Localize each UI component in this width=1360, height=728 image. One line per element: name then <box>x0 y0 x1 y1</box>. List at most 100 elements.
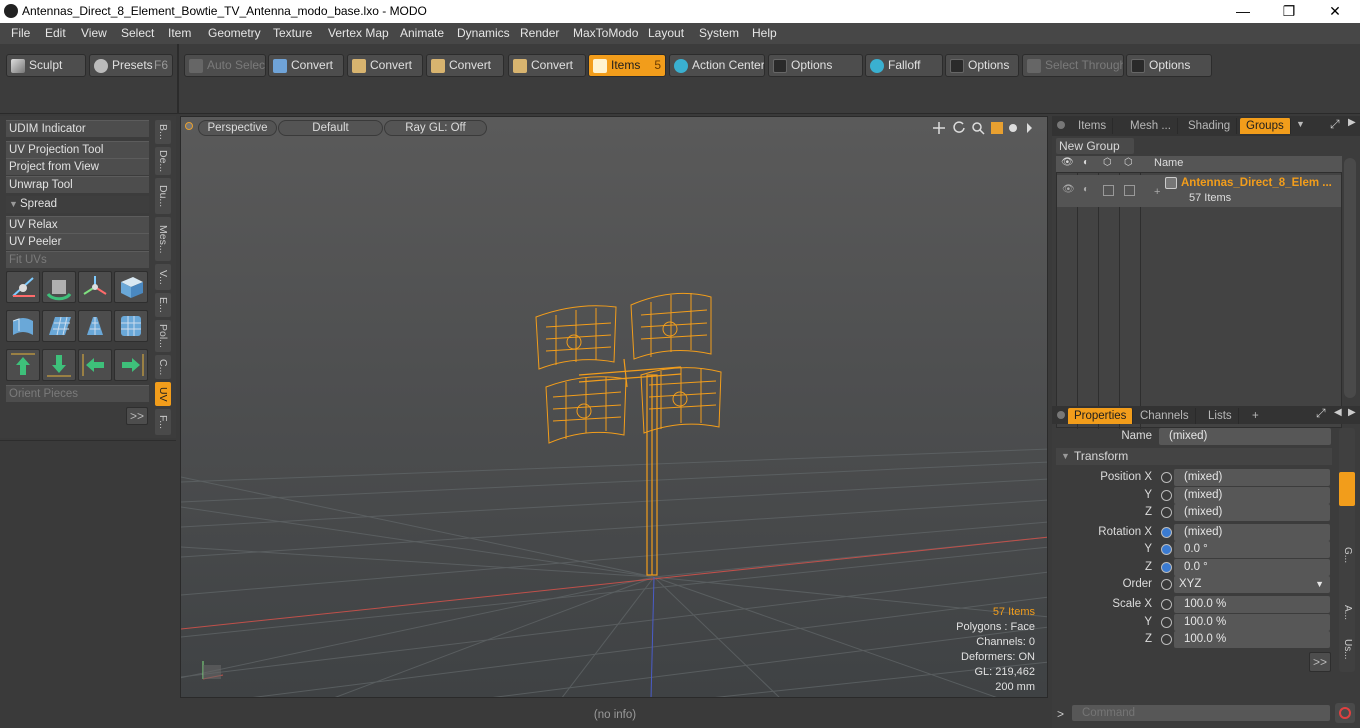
align-right-arrow-icon[interactable] <box>114 349 148 381</box>
vtab-vertex[interactable]: V... <box>155 264 171 290</box>
vtab-curve[interactable]: C... <box>155 355 171 379</box>
scale-y-field[interactable]: 100.0 % <box>1174 614 1330 631</box>
tab-dropdown-icon[interactable]: ▼ <box>1296 119 1305 129</box>
menu-select[interactable]: Select <box>121 26 154 40</box>
uv-grid-icon[interactable] <box>42 310 76 342</box>
menu-texture[interactable]: Texture <box>273 26 312 40</box>
tab-shading[interactable]: Shading <box>1182 118 1238 134</box>
scale-x-field[interactable]: 100.0 % <box>1174 596 1330 613</box>
uv-mesh-icon[interactable] <box>114 310 148 342</box>
uv-relax-button[interactable]: UV Relax <box>6 216 149 233</box>
auto-select-button[interactable]: Auto Select <box>184 54 266 77</box>
project-from-view-button[interactable]: Project from View <box>6 158 149 175</box>
fit-uvs-button[interactable]: Fit UVs <box>6 251 149 268</box>
menu-geometry[interactable]: Geometry <box>208 26 261 40</box>
menu-dynamics[interactable]: Dynamics <box>457 26 510 40</box>
scale-y-key-dot[interactable] <box>1161 617 1172 628</box>
menu-help[interactable]: Help <box>752 26 777 40</box>
vtab-uv[interactable]: UV <box>155 382 171 406</box>
action-center-options-button[interactable]: Options <box>768 54 863 77</box>
position-y-field[interactable]: (mixed) <box>1174 487 1330 504</box>
vtab-fusion[interactable]: F... <box>155 409 171 435</box>
scale-z-key-dot[interactable] <box>1161 634 1172 645</box>
uv-peeler-button[interactable]: UV Peeler <box>6 233 149 250</box>
vtab-edge[interactable]: E... <box>155 293 171 317</box>
rotation-z-field[interactable]: 0.0 ° <box>1174 559 1330 576</box>
items-mode-button[interactable]: Items 5 <box>588 54 666 77</box>
vtab-mesh[interactable]: Mes... <box>155 217 171 261</box>
panel-arrow-icon[interactable]: ▶ <box>1348 117 1356 128</box>
position-z-field[interactable]: (mixed) <box>1174 504 1330 521</box>
select-through-button[interactable]: Select Through <box>1022 54 1124 77</box>
uv-rotate-icon[interactable] <box>42 271 76 303</box>
select-through-options-button[interactable]: Options <box>1126 54 1212 77</box>
unwrap-tool-button[interactable]: Unwrap Tool <box>6 176 149 193</box>
rotation-y-field[interactable]: 0.0 ° <box>1174 541 1330 558</box>
falloff-options-button[interactable]: Options <box>945 54 1019 77</box>
position-y-key-dot[interactable] <box>1161 490 1172 501</box>
align-up-arrow-icon[interactable] <box>6 349 40 381</box>
position-z-key-dot[interactable] <box>1161 507 1172 518</box>
scale-x-key-dot[interactable] <box>1161 599 1172 610</box>
panel-arrow-icon[interactable]: ▶ <box>1348 407 1356 418</box>
convert-button-3[interactable]: Convert <box>426 54 504 77</box>
tab-mesh[interactable]: Mesh ... <box>1124 118 1178 134</box>
name-field[interactable]: (mixed) <box>1159 428 1331 445</box>
menu-edit[interactable]: Edit <box>45 26 66 40</box>
tab-lists[interactable]: Lists <box>1202 408 1239 424</box>
uv-scale-icon[interactable] <box>78 271 112 303</box>
expand-more-button[interactable]: >> <box>1309 652 1331 672</box>
tab-properties[interactable]: Properties <box>1068 408 1134 424</box>
align-down-arrow-icon[interactable] <box>42 349 76 381</box>
orient-pieces-button[interactable]: Orient Pieces <box>6 385 149 402</box>
presets-button[interactable]: Presets F6 <box>89 54 173 77</box>
spread-section[interactable]: ▼ Spread <box>6 196 149 213</box>
menu-view[interactable]: View <box>81 26 107 40</box>
menu-render[interactable]: Render <box>520 26 559 40</box>
vtab-duplicate[interactable]: Du... <box>155 178 171 214</box>
maximize-panel-icon[interactable]: ⤢ <box>1316 406 1326 421</box>
menu-system[interactable]: System <box>699 26 739 40</box>
command-input[interactable] <box>1072 705 1330 721</box>
groups-scrollbar[interactable] <box>1344 158 1356 398</box>
rotation-x-field[interactable]: (mixed) <box>1174 524 1330 541</box>
rotation-y-key-dot[interactable] <box>1161 544 1172 555</box>
lock-checkbox[interactable] <box>1103 185 1114 196</box>
maximize-button[interactable]: ❐ <box>1266 2 1312 20</box>
action-center-button[interactable]: Action Center <box>669 54 765 77</box>
side-tab-a[interactable]: A... <box>1339 598 1355 628</box>
vtab-polygon[interactable]: Pol... <box>155 320 171 352</box>
align-left-arrow-icon[interactable] <box>78 349 112 381</box>
vtab-basic[interactable]: B... <box>155 120 171 144</box>
group-row[interactable]: 👁 ◐ + Antennas_Direct_8_Elem ... 57 Item… <box>1057 175 1341 207</box>
maximize-panel-icon[interactable]: ⤢ <box>1330 117 1340 132</box>
expand-plus-icon[interactable]: + <box>1154 186 1160 198</box>
menu-item[interactable]: Item <box>168 26 191 40</box>
vtab-deform[interactable]: De... <box>155 147 171 175</box>
uv-box-icon[interactable] <box>114 271 148 303</box>
convert-button-1[interactable]: Convert <box>268 54 344 77</box>
tab-items[interactable]: Items <box>1072 118 1114 134</box>
order-dropdown[interactable]: XYZ ▼ <box>1174 576 1330 593</box>
panel-arrow-icon[interactable]: ◀ <box>1334 407 1342 418</box>
add-tab-button[interactable]: + <box>1246 408 1265 424</box>
render-toggle-icon[interactable]: ◐ <box>1083 184 1089 195</box>
order-key-dot[interactable] <box>1161 579 1172 590</box>
tab-groups[interactable]: Groups <box>1240 118 1291 134</box>
menu-layout[interactable]: Layout <box>648 26 684 40</box>
menu-file[interactable]: File <box>11 26 30 40</box>
udim-indicator-button[interactable]: UDIM Indicator <box>6 120 149 137</box>
uv-projection-tool-button[interactable]: UV Projection Tool <box>6 141 149 158</box>
menu-vertex-map[interactable]: Vertex Map <box>328 26 389 40</box>
menu-maxtomodo[interactable]: MaxToModo <box>573 26 638 40</box>
transform-section[interactable]: ▼ Transform <box>1056 448 1332 465</box>
panel-menu-icon[interactable] <box>1057 411 1065 419</box>
select-checkbox[interactable] <box>1124 185 1135 196</box>
side-tab-g[interactable]: G... <box>1339 540 1355 570</box>
side-tab-us[interactable]: Us... <box>1339 632 1355 666</box>
sculpt-button[interactable]: Sculpt <box>6 54 86 77</box>
visibility-eye-icon[interactable]: 👁 <box>1062 184 1075 195</box>
uv-trapezoid-icon[interactable] <box>78 310 112 342</box>
uv-move-icon[interactable] <box>6 271 40 303</box>
tab-channels[interactable]: Channels <box>1134 408 1196 424</box>
